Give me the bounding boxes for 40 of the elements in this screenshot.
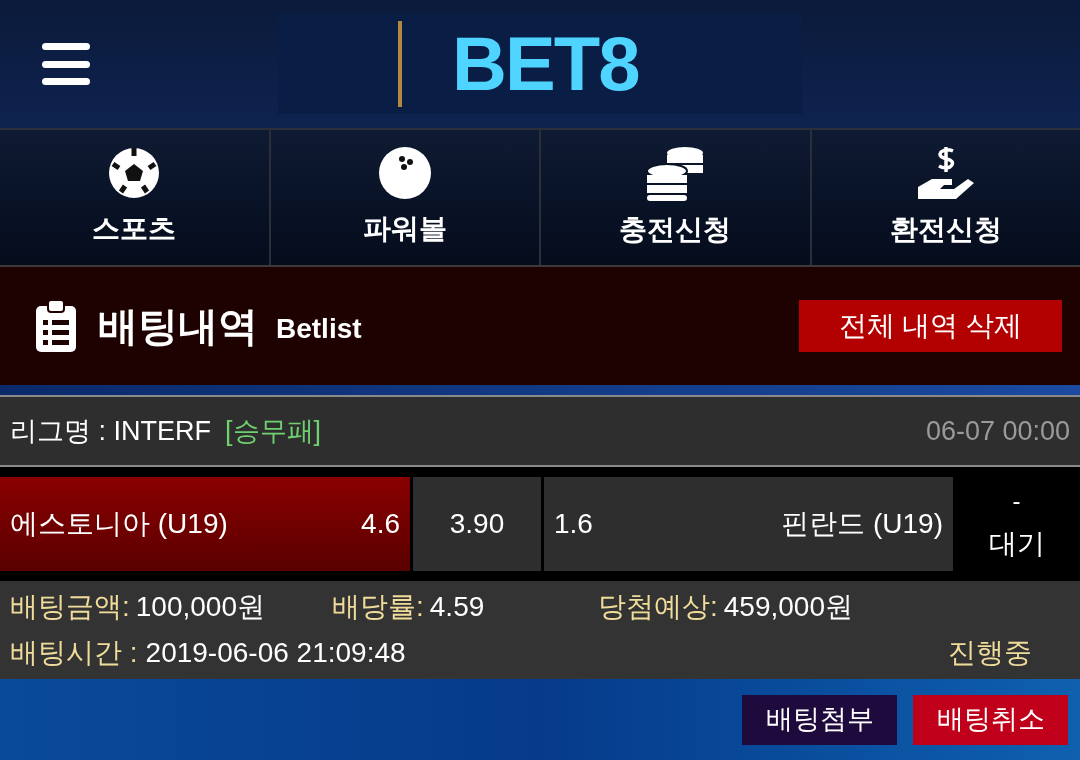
delete-all-button[interactable]: 전체 내역 삭제 (799, 300, 1062, 352)
info-value: 100,000원 (135, 590, 265, 624)
attach-bet-button[interactable]: 배팅첨부 (742, 694, 897, 745)
section-title: 배팅내역 (98, 303, 258, 350)
nav-label: 파워볼 (362, 211, 447, 246)
info-value: 4.59 (429, 590, 485, 624)
nav-label: 충전신청 (619, 212, 732, 247)
info-label: 배당률: (332, 590, 424, 624)
bowling-ball-icon (377, 145, 432, 200)
bet-time-value: 2019-06-06 21:09:48 (145, 636, 406, 670)
menu-icon[interactable] (42, 43, 90, 85)
nav-label: 환전신청 (889, 212, 1002, 247)
nav-tile[interactable]: 환전신청 (811, 130, 1080, 265)
section-subtitle: Betlist (276, 312, 362, 346)
info-value: 459,000원 (723, 590, 853, 624)
coins-icon (645, 144, 706, 201)
nav-tile[interactable]: 충전신청 (541, 130, 810, 265)
match-time: 06-07 00:00 (925, 414, 1070, 448)
nav-tile[interactable]: 파워볼 (270, 130, 539, 265)
nav-label: 스포츠 (92, 211, 177, 246)
league-name: 리그명 : INTERF (10, 414, 211, 448)
info-label: 배팅금액: (10, 590, 130, 624)
soccer-ball-icon (107, 145, 162, 200)
away-odds-cell[interactable]: 1.6 핀란드 (U19) (544, 477, 953, 571)
away-team: 핀란드 (U19) (781, 507, 943, 541)
progress-status: 진행중 (948, 636, 1032, 670)
home-odds: 4.6 (361, 507, 400, 541)
nav-tile[interactable]: 스포츠 (0, 130, 269, 265)
home-odds-cell[interactable]: 에스토니아 (U19) 4.6 (0, 477, 410, 571)
info-label: 당첨예상: (598, 590, 718, 624)
score: - (1012, 486, 1021, 516)
bet-status: 대기 (988, 527, 1045, 561)
cancel-bet-button[interactable]: 배팅취소 (913, 694, 1068, 745)
away-odds: 1.6 (554, 507, 593, 541)
hand-dollar-icon (915, 144, 976, 201)
bet-time-label: 배팅시간 : (10, 636, 138, 670)
draw-odds-cell[interactable]: 3.90 (413, 477, 541, 571)
home-team: 에스토니아 (U19) (10, 507, 228, 541)
market-tag: [승무패] (225, 410, 321, 452)
clipboard-icon (36, 300, 76, 352)
